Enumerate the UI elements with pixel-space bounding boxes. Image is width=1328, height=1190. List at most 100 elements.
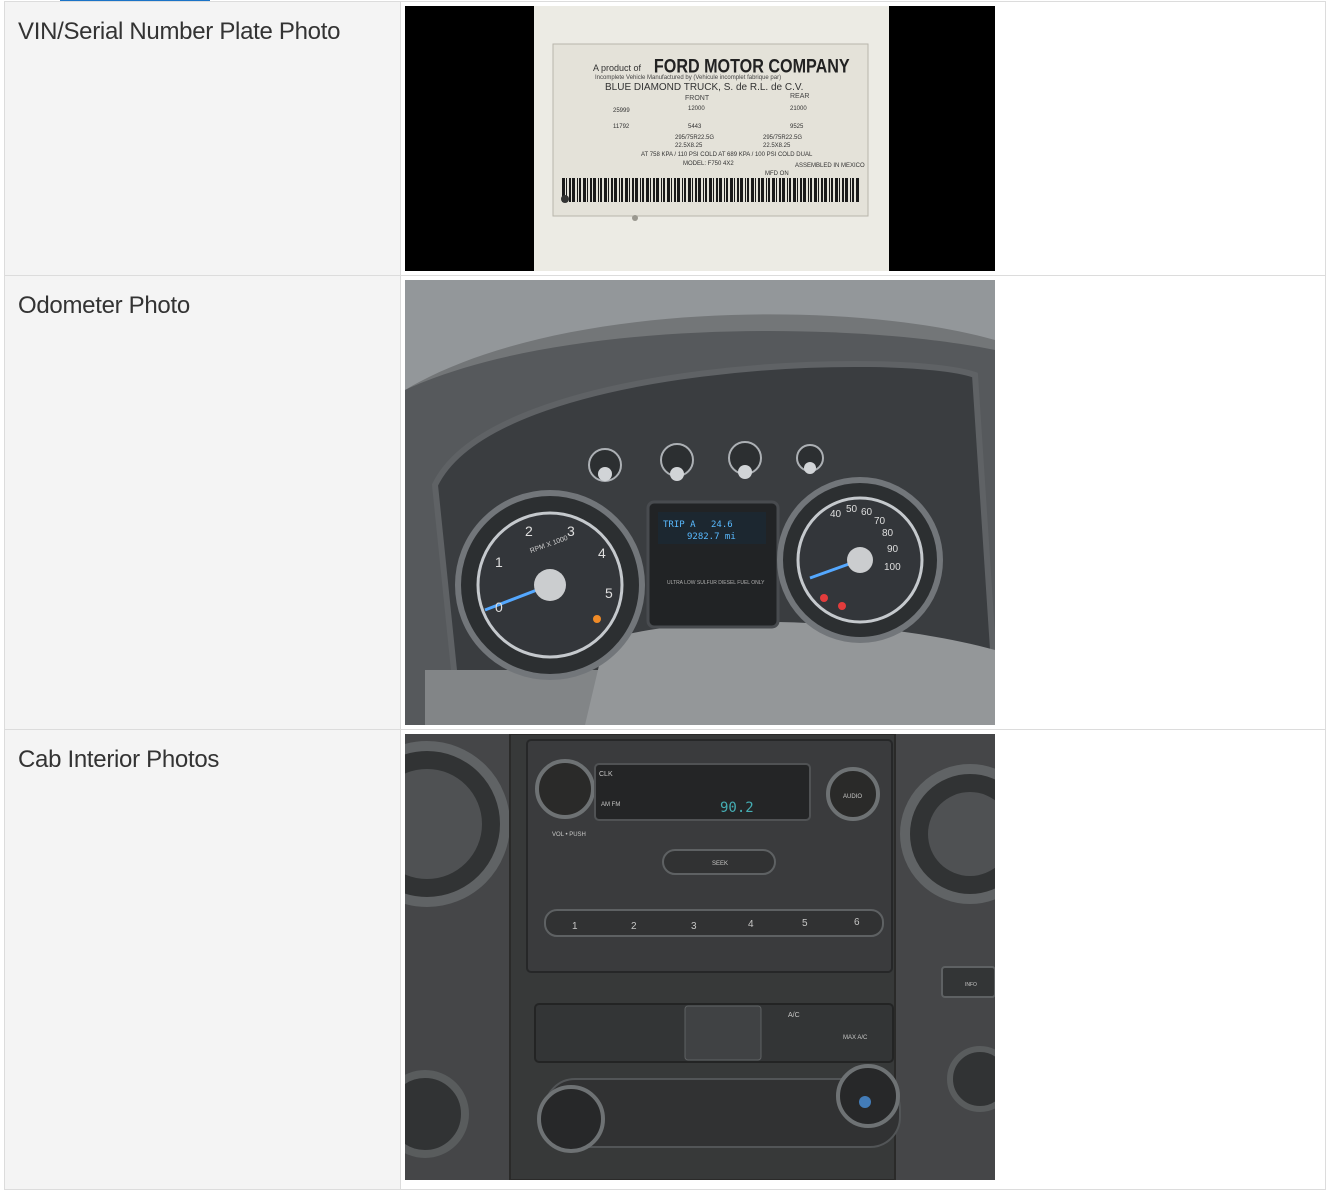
barcode-stripe xyxy=(845,178,848,202)
barcode-stripe xyxy=(835,178,838,202)
barcode-stripe xyxy=(579,178,581,202)
barcode-stripe xyxy=(766,178,767,202)
plate-maker-line: A product of xyxy=(593,63,642,73)
barcode-stripe xyxy=(674,178,676,202)
barcode-stripe xyxy=(629,178,630,202)
barcode-stripe xyxy=(695,178,697,202)
barcode-stripe xyxy=(803,178,806,202)
plate-rear-gawr-kg: 9525 xyxy=(790,124,804,130)
plate-rear-label: REAR xyxy=(790,93,809,100)
plate-front-gawr-lb: 12000 xyxy=(688,106,705,112)
barcode-stripe xyxy=(740,178,743,202)
table-row: VIN/Serial Number Plate Photo A product … xyxy=(4,1,1326,276)
barcode-stripe xyxy=(751,178,754,202)
plate-pressure-line: AT 758 KPA / 110 PSI COLD AT 689 KPA / 1… xyxy=(641,152,813,158)
barcode-stripe xyxy=(642,178,644,202)
barcode-stripe xyxy=(577,178,578,202)
barcode-stripe xyxy=(705,178,707,202)
plate-front-gawr-kg: 5443 xyxy=(688,124,702,130)
barcode-stripe xyxy=(663,178,665,202)
cab-interior-photo[interactable]: 90.2 CLK AM FM VOL • PUSH AUDIO SEEK 1 2… xyxy=(405,734,995,1180)
barcode-stripe xyxy=(653,178,655,202)
barcode-stripe xyxy=(747,178,749,202)
barcode-stripe xyxy=(604,178,607,202)
barcode-stripe xyxy=(703,178,704,202)
barcode-stripe xyxy=(667,178,670,202)
barcode-stripe xyxy=(842,178,844,202)
plate-front-label: FRONT xyxy=(685,95,710,102)
barcode-stripe xyxy=(755,178,756,202)
barcode-stripe xyxy=(593,178,596,202)
barcode-stripe xyxy=(776,178,777,202)
barcode-stripe xyxy=(818,178,819,202)
row-label: Odometer Photo xyxy=(4,275,401,730)
vin-plate-photo[interactable]: A product of FORD MOTOR COMPANY Incomple… xyxy=(405,6,995,271)
barcode-stripe xyxy=(692,178,693,202)
barcode-stripe xyxy=(797,178,798,202)
barcode-stripe xyxy=(852,178,854,202)
barcode-stripe xyxy=(625,178,628,202)
barcode-stripe xyxy=(726,178,728,202)
plate-model: MODEL: F750 4X2 xyxy=(683,161,734,167)
barcode-stripe xyxy=(719,178,722,202)
barcode-stripe xyxy=(583,178,586,202)
barcode-stripe xyxy=(810,178,812,202)
plate-manufacturer: BLUE DIAMOND TRUCK, S. de R.L. de C.V. xyxy=(605,82,803,93)
barcode-stripe xyxy=(646,178,649,202)
barcode-stripe xyxy=(800,178,802,202)
barcode-stripe xyxy=(671,178,672,202)
barcode-stripe xyxy=(716,178,718,202)
barcode-stripe xyxy=(608,178,609,202)
barcode-stripe xyxy=(569,178,571,202)
barcode-stripe xyxy=(787,178,788,202)
barcode-stripe xyxy=(824,178,827,202)
barcode-stripe xyxy=(621,178,623,202)
barcode-stripe xyxy=(737,178,739,202)
barcode-stripe xyxy=(677,178,680,202)
plate-brand: FORD MOTOR COMPANY xyxy=(654,55,850,77)
plate-gvwr-kg: 11792 xyxy=(613,124,630,130)
plate-gvwr-lb: 25999 xyxy=(613,108,630,114)
plate-barcode xyxy=(562,178,859,202)
barcode-stripe xyxy=(782,178,785,202)
barcode-stripe xyxy=(829,178,830,202)
barcode-stripe xyxy=(814,178,817,202)
row-label: VIN/Serial Number Plate Photo xyxy=(4,1,401,276)
plate-rear-tires: 295/75R22.5G xyxy=(763,135,802,141)
row-label: Cab Interior Photos xyxy=(4,729,401,1190)
barcode-stripe xyxy=(789,178,791,202)
barcode-stripe xyxy=(661,178,662,202)
barcode-stripe xyxy=(758,178,760,202)
barcode-stripe xyxy=(619,178,620,202)
barcode-stripe xyxy=(635,178,638,202)
plate-assembled: ASSEMBLED IN MEXICO xyxy=(795,163,865,169)
barcode-stripe xyxy=(761,178,764,202)
plate-rear-rims: 22.5X8.25 xyxy=(763,143,791,149)
barcode-stripe xyxy=(793,178,796,202)
plate-rear-gawr-lb: 21000 xyxy=(790,106,807,112)
odometer-photo[interactable]: 0 1 2 3 4 5 RPM X 1000 TRIP A 24.6 9282.… xyxy=(405,280,995,725)
plate-incomplete-line: Incomplete Vehicle Manufactured by (Vehi… xyxy=(595,75,781,81)
barcode-stripe xyxy=(839,178,840,202)
barcode-stripe xyxy=(614,178,617,202)
table-row: Cab Interior Photos 90.2 CLK AM FM VOL •… xyxy=(4,729,1326,1190)
barcode-stripe xyxy=(779,178,781,202)
barcode-stripe xyxy=(632,178,634,202)
barcode-stripe xyxy=(572,178,575,202)
table-row: Odometer Photo 0 1 2 3 4 5 RPM X 1000 TR… xyxy=(4,275,1326,730)
inspection-photo-table: VIN/Serial Number Plate Photo A product … xyxy=(4,1,1326,1190)
barcode-stripe xyxy=(590,178,592,202)
barcode-stripe xyxy=(850,178,851,202)
barcode-stripe xyxy=(611,178,613,202)
barcode-stripe xyxy=(734,178,735,202)
barcode-stripe xyxy=(682,178,683,202)
barcode-stripe xyxy=(709,178,712,202)
barcode-stripe xyxy=(856,178,859,202)
barcode-stripe xyxy=(640,178,641,202)
barcode-stripe xyxy=(600,178,602,202)
barcode-stripe xyxy=(587,178,588,202)
barcode-stripe xyxy=(831,178,833,202)
barcode-stripe xyxy=(808,178,809,202)
barcode-stripe xyxy=(772,178,775,202)
barcode-stripe xyxy=(684,178,686,202)
